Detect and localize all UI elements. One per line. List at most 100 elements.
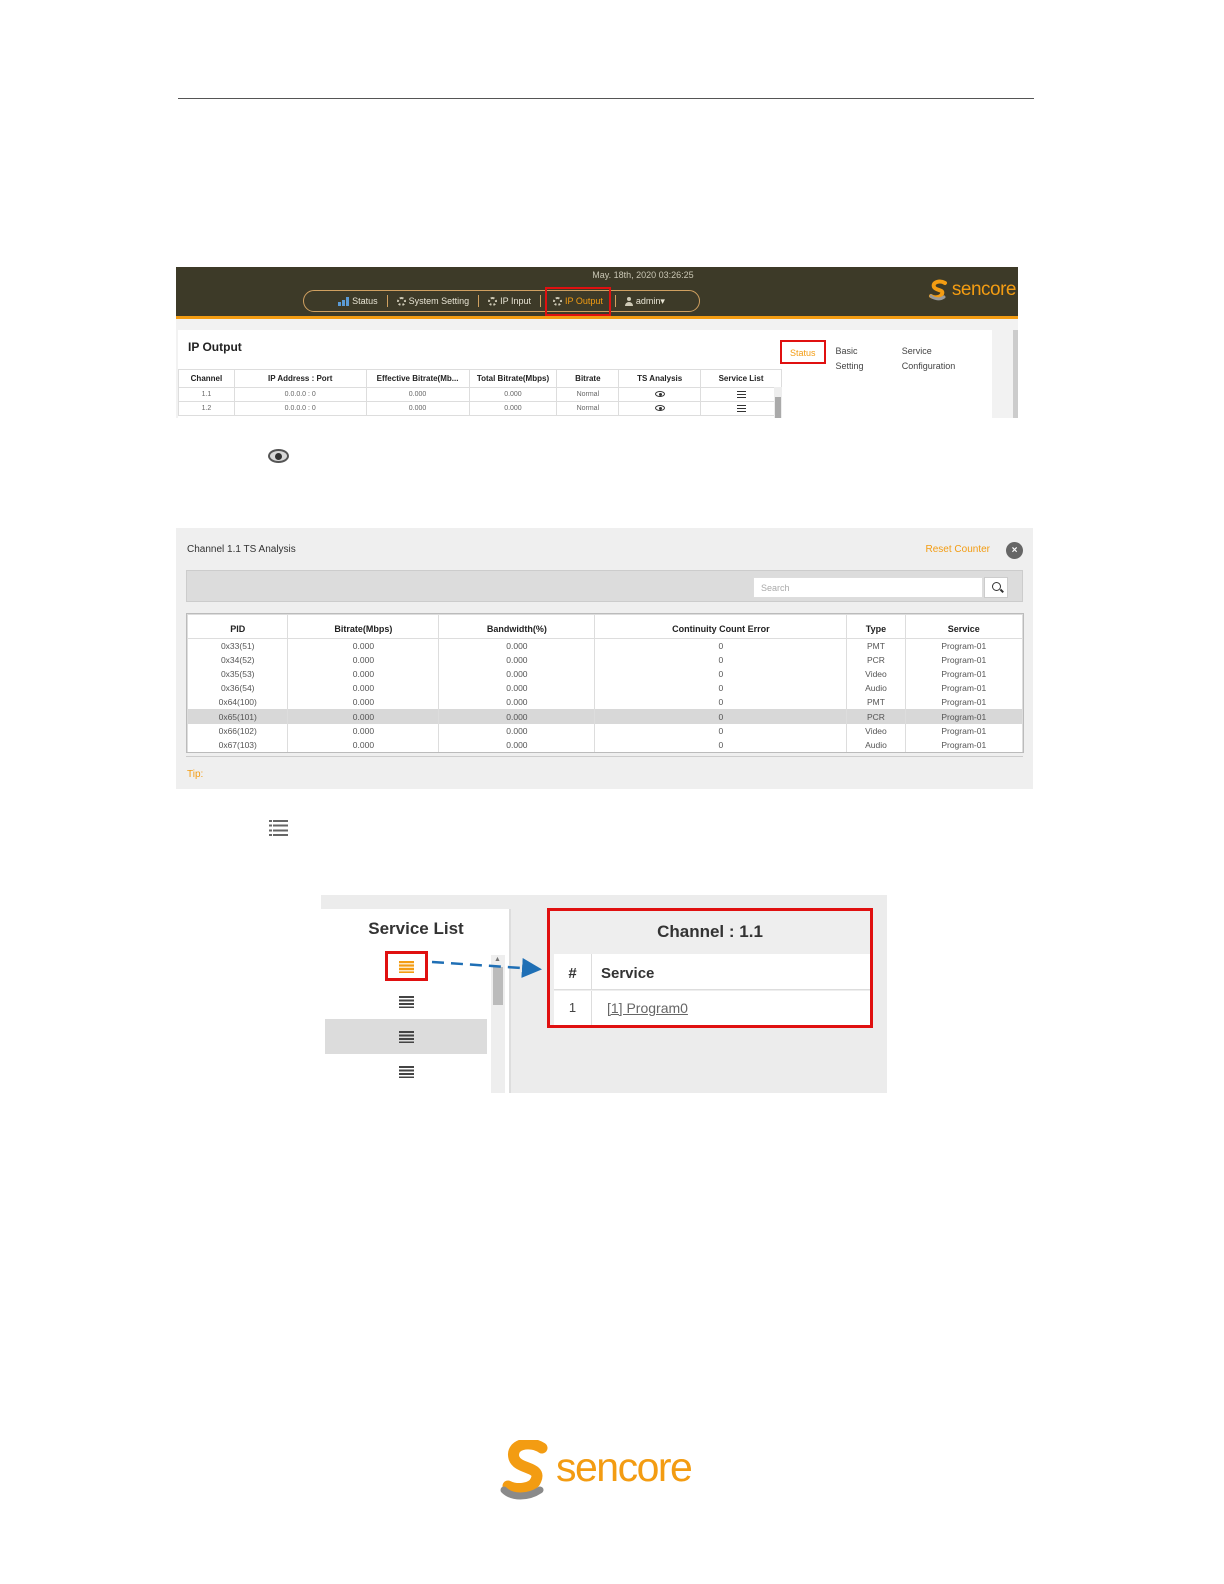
nav-system-setting-label: System Setting — [408, 296, 470, 306]
program-link[interactable]: [1] Program0 — [607, 991, 688, 1025]
col-bitrate: Bitrate — [556, 369, 620, 388]
ip-output-screenshot: May. 18th, 2020 03:26:25 Status System S… — [176, 267, 1018, 418]
cell-bandwidth: 0.000 — [438, 737, 596, 752]
dialog-divider — [186, 756, 1023, 757]
sencore-s-icon — [928, 279, 947, 301]
cell-channel: 1.2 — [178, 401, 235, 416]
nav-ip-output[interactable]: IP Output — [545, 286, 611, 316]
tip-label: Tip: — [187, 769, 204, 780]
header-rule — [178, 98, 1034, 99]
date-time: May. 18th, 2020 03:26:25 — [592, 270, 694, 280]
nav-system-setting[interactable]: System Setting — [392, 292, 475, 310]
nav-divider — [614, 295, 616, 307]
cell-type: Audio — [846, 737, 906, 752]
nav-ip-output-label: IP Output — [565, 296, 603, 306]
sencore-s-icon — [500, 1438, 548, 1500]
cell-cc-error: 0 — [594, 709, 848, 724]
col-ip-address: IP Address : Port — [233, 369, 367, 388]
cell-service: Program-01 — [904, 709, 1024, 724]
gear-icon — [553, 296, 562, 306]
table-header-row: Channel IP Address : Port Effective Bitr… — [178, 369, 782, 388]
pid-table: PID Bitrate(Mbps) Bandwidth(%) Continuit… — [186, 613, 1024, 753]
cell-type: PCR — [846, 709, 906, 724]
table-row[interactable]: 0x64(100) 0.000 0.000 0 PMT Program-01 — [186, 695, 1024, 710]
cell-bitrate: 0.000 — [287, 723, 440, 738]
table-row[interactable]: 0x66(102) 0.000 0.000 0 Video Program-01 — [186, 723, 1024, 738]
nav-admin[interactable]: admin▾ — [620, 292, 670, 310]
col-bandwidth: Bandwidth(%) — [438, 614, 596, 639]
cell-effective: 0.000 — [365, 401, 470, 416]
cell-bandwidth: 0.000 — [438, 681, 596, 696]
table-scrollbar[interactable] — [774, 387, 782, 418]
table-row[interactable]: 0x67(103) 0.000 0.000 0 Audio Program-01 — [186, 737, 1024, 752]
table-header-row: # Service — [554, 954, 870, 990]
cell-pid: 0x65(101) — [186, 709, 289, 724]
main-nav: Status System Setting IP Input IP Output… — [303, 286, 700, 316]
cell-effective: 0.000 — [365, 387, 470, 402]
col-effective-bitrate: Effective Bitrate(Mb... — [365, 369, 470, 388]
cell-cc-error: 0 — [594, 737, 848, 752]
eye-icon[interactable] — [654, 391, 665, 398]
list-icon — [269, 820, 288, 836]
tab-status[interactable]: Status — [780, 340, 826, 364]
list-icon[interactable] — [736, 404, 746, 412]
service-list-cell — [700, 387, 782, 402]
page-scrollbar[interactable] — [1013, 330, 1018, 418]
service-list-cell — [700, 401, 782, 416]
cell-cc-error: 0 — [594, 652, 848, 667]
tab-bar: Status Basic Setting Service Configurati… — [780, 340, 992, 371]
dialog-title: Channel 1.1 TS Analysis — [187, 544, 296, 555]
cell-bandwidth: 0.000 — [438, 709, 596, 724]
cell-bandwidth: 0.000 — [438, 695, 596, 710]
close-icon[interactable]: × — [1006, 542, 1023, 559]
cell-service: Program-01 — [904, 695, 1024, 710]
nav-divider — [478, 295, 480, 307]
scrollbar-thumb[interactable] — [775, 397, 781, 418]
channel-service-panel: Channel : 1.1 # Service 1 [1] Program0 — [547, 908, 873, 1028]
reset-counter-link[interactable]: Reset Counter — [926, 544, 990, 555]
cell-ip: 0.0.0.0 : 0 — [233, 387, 367, 402]
col-cc-error: Continuity Count Error — [594, 614, 848, 639]
table-row[interactable]: 0x34(52) 0.000 0.000 0 PCR Program-01 — [186, 652, 1024, 667]
cell-service: Program-01 — [904, 652, 1024, 667]
page-title: IP Output — [188, 340, 242, 354]
cell-type: PMT — [846, 695, 906, 710]
cell-pid: 0x66(102) — [186, 723, 289, 738]
table-row: 1 [1] Program0 — [554, 991, 870, 1025]
search-input[interactable]: Search — [753, 577, 983, 598]
gear-icon — [396, 296, 406, 306]
eye-icon[interactable] — [654, 405, 665, 412]
col-ts-analysis: TS Analysis — [618, 369, 702, 388]
list-icon[interactable] — [736, 390, 746, 398]
col-channel: Channel — [178, 369, 235, 388]
sencore-footer-logo: sencore — [498, 1438, 728, 1500]
search-icon[interactable] — [984, 577, 1008, 598]
table-row[interactable]: 0x36(54) 0.000 0.000 0 Audio Program-01 — [186, 681, 1024, 696]
nav-ip-input[interactable]: IP Input — [483, 292, 536, 310]
cell-bitrate: 0.000 — [287, 666, 440, 682]
cell-bitrate: 0.000 — [287, 638, 440, 653]
channel-title: Channel : 1.1 — [657, 922, 763, 941]
cell-pid: 0x64(100) — [186, 695, 289, 710]
table-row: 1.1 0.0.0.0 : 0 0.000 0.000 Normal — [178, 387, 782, 402]
tab-basic-setting[interactable]: Basic Setting — [828, 340, 894, 371]
cell-bitrate: Normal — [556, 387, 620, 402]
logo-wordmark: sencore — [951, 279, 1017, 300]
nav-ip-input-label: IP Input — [500, 296, 531, 306]
cell-cc-error: 0 — [594, 666, 848, 682]
col-bitrate: Bitrate(Mbps) — [287, 614, 440, 639]
nav-status[interactable]: Status — [333, 292, 383, 310]
table-row[interactable]: 0x65(101) 0.000 0.000 0 PCR Program-01 — [186, 709, 1024, 724]
ts-analysis-screenshot: Channel 1.1 TS Analysis Reset Counter × … — [176, 528, 1033, 789]
cell-total: 0.000 — [468, 401, 558, 416]
nav-divider — [386, 295, 388, 307]
cell-bandwidth: 0.000 — [438, 723, 596, 738]
tab-service-configuration[interactable]: Service Configuration — [894, 340, 992, 371]
table-row[interactable]: 0x35(53) 0.000 0.000 0 Video Program-01 — [186, 666, 1024, 682]
cell-service: Program-01 — [904, 723, 1024, 738]
cell-bitrate: 0.000 — [287, 709, 440, 724]
cell-pid: 0x36(54) — [186, 681, 289, 696]
cell-service: Program-01 — [904, 666, 1024, 682]
table-row[interactable]: 0x33(51) 0.000 0.000 0 PMT Program-01 — [186, 638, 1024, 653]
cell-bitrate: 0.000 — [287, 652, 440, 667]
